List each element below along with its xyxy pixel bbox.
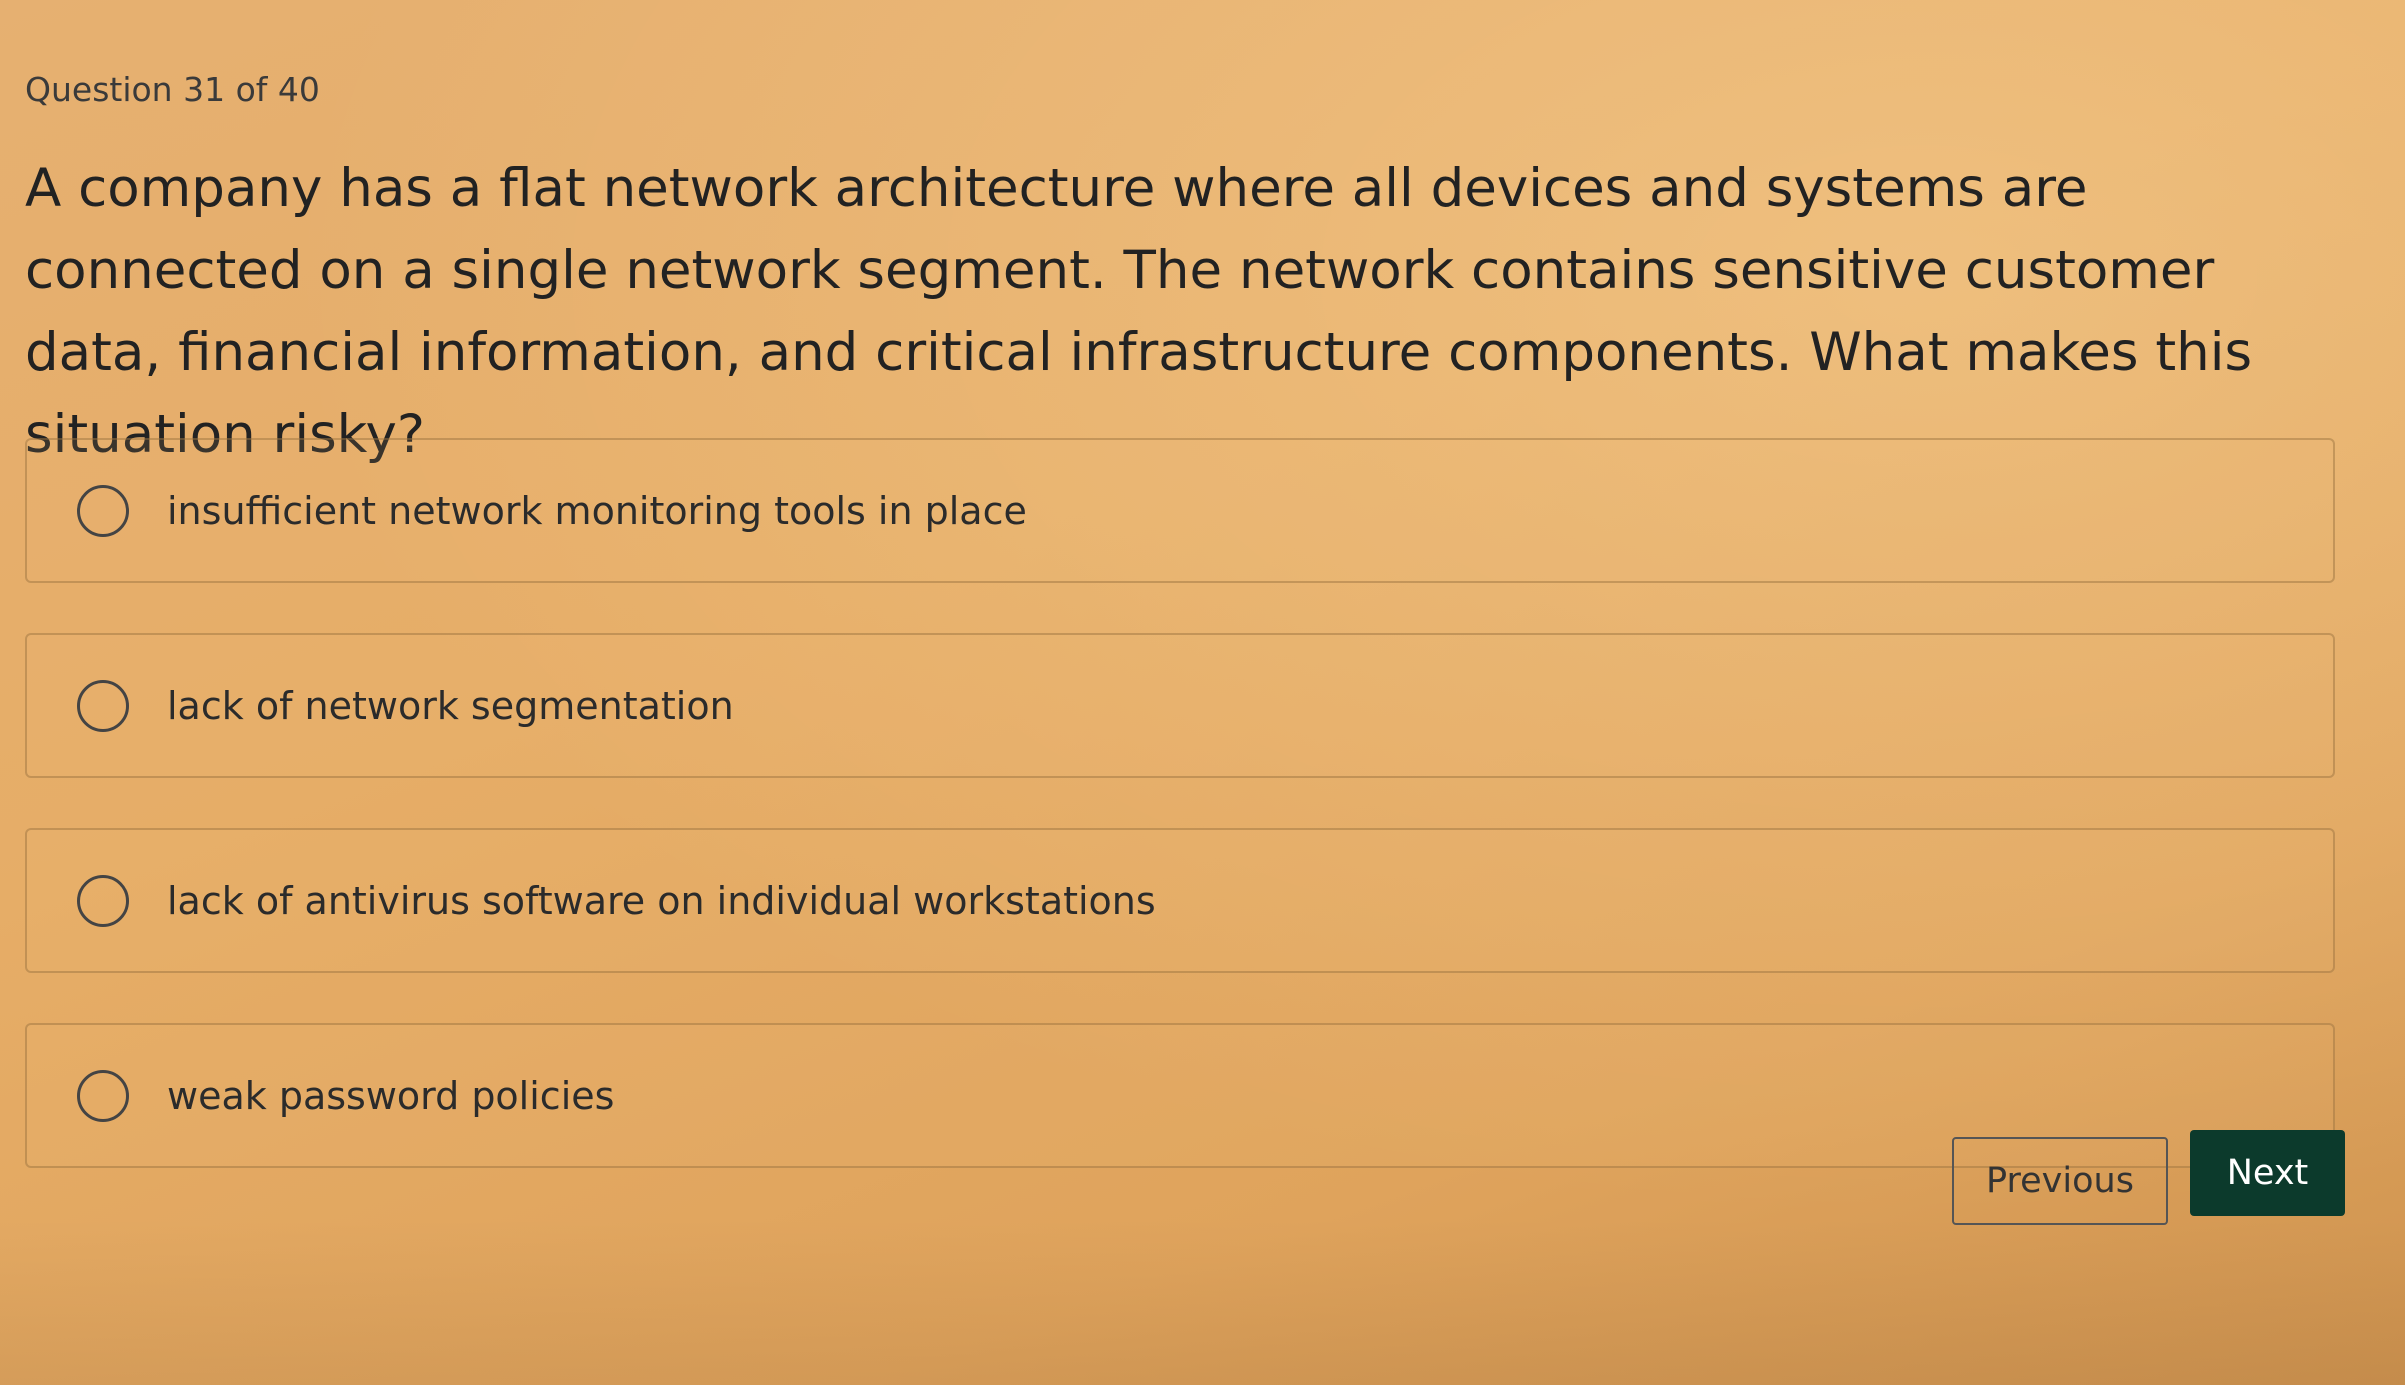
question-counter: Question 31 of 40: [25, 70, 320, 109]
quiz-screen: Question 31 of 40 A company has a flat n…: [0, 0, 2405, 1385]
answer-option-label: lack of antivirus software on individual…: [167, 878, 1156, 923]
answer-option-3[interactable]: lack of antivirus software on individual…: [25, 828, 2335, 973]
next-button[interactable]: Next: [2190, 1130, 2345, 1216]
answer-option-label: lack of network segmentation: [167, 683, 734, 728]
radio-button-icon[interactable]: [77, 1069, 129, 1122]
previous-button[interactable]: Previous: [1952, 1137, 2168, 1225]
answer-option-1[interactable]: insufficient network monitoring tools in…: [25, 438, 2335, 583]
radio-button-icon[interactable]: [77, 484, 129, 537]
radio-button-icon[interactable]: [77, 679, 129, 732]
answer-option-label: insufficient network monitoring tools in…: [167, 488, 1027, 533]
answer-option-label: weak password policies: [167, 1073, 615, 1118]
question-text: A company has a flat network architectur…: [25, 158, 2253, 465]
answer-option-2[interactable]: lack of network segmentation: [25, 633, 2335, 778]
answer-options: insufficient network monitoring tools in…: [25, 438, 2335, 1218]
radio-button-icon[interactable]: [77, 874, 129, 927]
